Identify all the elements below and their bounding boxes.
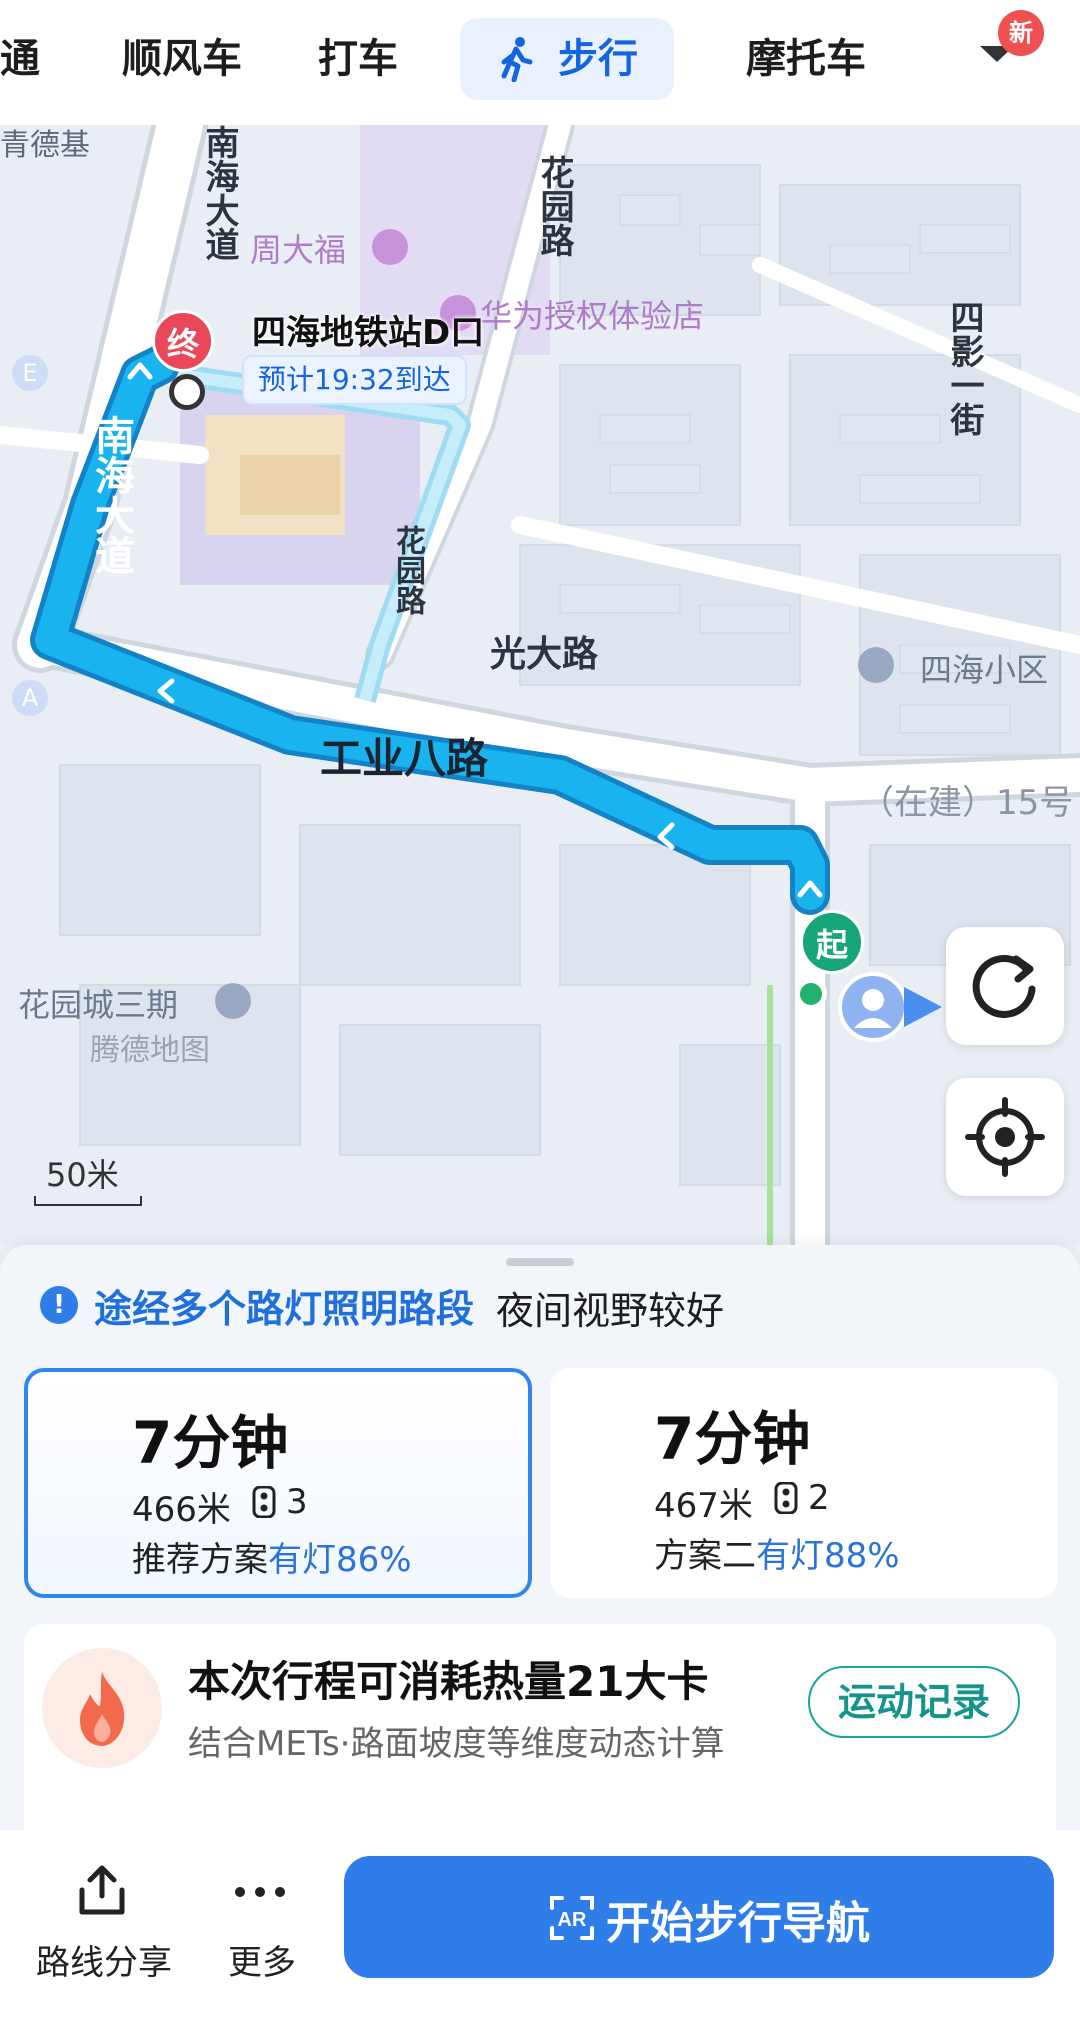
road-label-guangda: 光大路 xyxy=(490,634,599,675)
tab-taxi[interactable]: 打车 xyxy=(318,18,398,100)
ar-icon: AR xyxy=(550,1896,594,1940)
tab-walk-label: 步行 xyxy=(558,36,638,82)
plan-name: 方案二 xyxy=(654,1536,756,1576)
refresh-icon xyxy=(972,954,1036,1018)
user-icon xyxy=(854,989,892,1028)
walking-icon xyxy=(501,37,533,82)
route-notice-text: 夜间视野较好 xyxy=(496,1289,725,1333)
route-plan-card-1[interactable]: 7分钟 466米 3 推荐方案有灯86% xyxy=(24,1368,532,1598)
poi-chowtaifook[interactable]: 周大福 xyxy=(250,225,346,271)
heading-arrow-icon xyxy=(904,987,942,1027)
route-notice-highlight: 途经多个路灯照明路段 xyxy=(94,1287,475,1331)
plan-name-line: 方案二有灯88% xyxy=(654,1528,900,1577)
exit-badge: A xyxy=(12,680,48,716)
flame-icon xyxy=(42,1648,162,1768)
plan-time: 7分钟 xyxy=(132,1409,289,1477)
tab-carpool[interactable]: 顺风车 xyxy=(122,18,242,100)
plan-time: 7分钟 xyxy=(654,1405,811,1473)
plan-distance: 466米 xyxy=(132,1490,231,1530)
locate-button[interactable] xyxy=(946,1078,1064,1196)
exercise-record-button[interactable]: 运动记录 xyxy=(808,1666,1020,1738)
destination-marker[interactable]: 终 xyxy=(152,310,214,372)
construction-label: （在建）15号 xyxy=(860,783,1074,823)
more-label[interactable]: 更多 xyxy=(228,1935,296,1984)
poi-sihai[interactable]: 四海小区 xyxy=(920,645,1048,691)
traffic-light-icon xyxy=(252,1486,276,1518)
residence-icon xyxy=(215,983,251,1019)
flame-icon-svg xyxy=(80,1672,125,1746)
eta-label: 预计19:32到达 xyxy=(242,355,467,405)
road-label-siying: 四影一街 xyxy=(944,300,984,436)
new-badge: 新 xyxy=(998,10,1044,56)
plan-traffic-lights: 2 xyxy=(808,1478,830,1518)
map-scale-label: 50米 xyxy=(46,1156,119,1194)
plan-name-line: 推荐方案有灯86% xyxy=(132,1532,412,1581)
tab-walk[interactable]: 步行 xyxy=(460,18,674,100)
map-scale-bar xyxy=(34,1196,142,1206)
route-plan-card-2[interactable]: 7分钟 467米 2 方案二有灯88% xyxy=(550,1368,1058,1598)
crosshair-icon xyxy=(965,1097,1045,1177)
more-icon[interactable] xyxy=(230,1872,290,1912)
tab-motorcycle[interactable]: 摩托车 xyxy=(746,18,866,100)
svg-text:AR: AR xyxy=(558,1909,587,1931)
plan-distance: 467米 xyxy=(654,1486,753,1526)
share-route-label[interactable]: 路线分享 xyxy=(36,1935,172,1984)
road-label-huayuan: 花园路 xyxy=(534,155,574,257)
share-icon[interactable] xyxy=(74,1862,130,1918)
user-location-avatar xyxy=(838,972,908,1042)
destination-name[interactable]: 四海地铁站D口 xyxy=(252,305,484,354)
map-view[interactable]: 青德基 南海大道 花园路 南海大道 花园路 光大路 工业八路 四影一街 周大福 … xyxy=(0,125,1080,1245)
calorie-title: 本次行程可消耗热量21大卡 xyxy=(188,1657,709,1706)
plan-light-percent: 有灯86% xyxy=(268,1540,412,1580)
calorie-subtitle: 结合METs·路面坡度等维度动态计算 xyxy=(188,1724,725,1764)
sheet-drag-handle[interactable] xyxy=(506,1258,574,1266)
exit-badge: E xyxy=(12,355,48,391)
poi-huayuancheng[interactable]: 花园城三期 xyxy=(18,980,178,1026)
poi-huawei[interactable]: 华为授权体验店 xyxy=(480,291,704,337)
start-dot xyxy=(795,978,827,1010)
traffic-light-icon xyxy=(774,1482,798,1514)
plan-name: 推荐方案 xyxy=(132,1540,268,1580)
start-marker[interactable]: 起 xyxy=(800,910,864,974)
refresh-button[interactable] xyxy=(946,927,1064,1045)
start-navigation-label[interactable]: 开始步行导航 xyxy=(606,1887,870,1951)
shopping-icon xyxy=(372,229,408,265)
residence-icon xyxy=(858,647,894,683)
plan-light-percent: 有灯88% xyxy=(756,1536,900,1576)
map-watermark: 腾德地图 xyxy=(90,1033,210,1068)
road-label-nanhai: 南海大道 xyxy=(199,125,239,261)
plan-traffic-lights: 3 xyxy=(286,1482,308,1522)
destination-dot xyxy=(169,374,205,410)
road-label-nanhai-route: 南海大道 xyxy=(88,415,134,575)
map-label: 青德基 xyxy=(0,128,90,163)
tab-partial[interactable]: 通 xyxy=(0,18,50,100)
road-label-gongye8: 工业八路 xyxy=(320,734,489,783)
road-label-huayuan-mid: 花园路 xyxy=(390,525,425,615)
info-icon: ! xyxy=(40,1286,78,1324)
